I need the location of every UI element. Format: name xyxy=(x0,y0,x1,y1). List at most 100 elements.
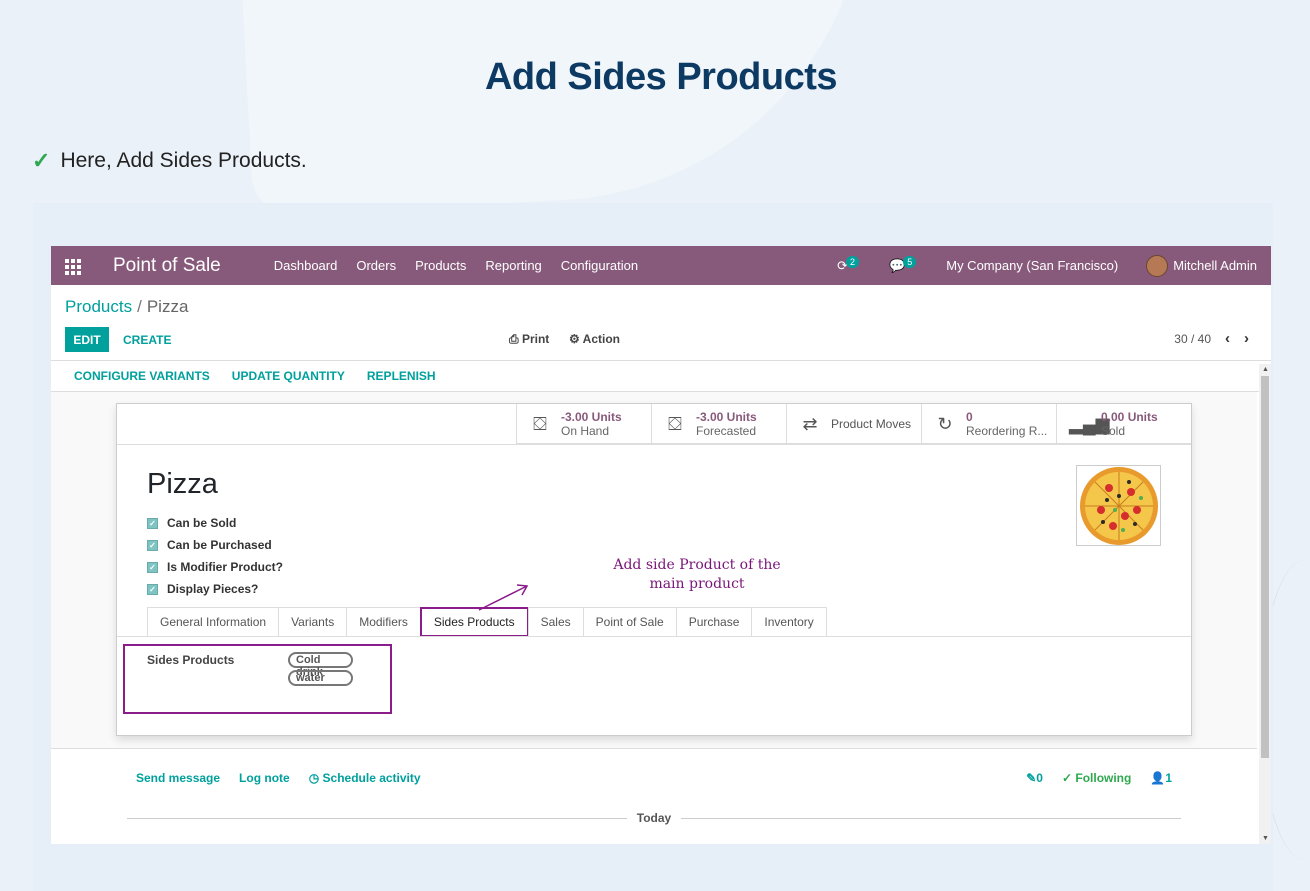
update-quantity-button[interactable]: UPDATE QUANTITY xyxy=(232,369,345,383)
exchange-icon: ⇄ xyxy=(802,413,818,434)
avatar xyxy=(1146,254,1169,277)
followers-button[interactable]: 👤1 xyxy=(1150,771,1172,785)
menu-orders[interactable]: Orders xyxy=(356,258,396,273)
pager: 30 / 40 ‹ › xyxy=(1174,330,1249,347)
chatter: Send message Log note ◷ Schedule activit… xyxy=(51,748,1257,844)
tab-purchase[interactable]: Purchase xyxy=(675,607,752,637)
control-panel: Products / Pizza EDIT CREATE ⎙ Print ⚙ Act… xyxy=(51,285,1271,361)
edit-button[interactable]: EDIT xyxy=(65,327,109,352)
print-label: Print xyxy=(521,332,550,346)
menu-reporting[interactable]: Reporting xyxy=(485,258,541,273)
action-button[interactable]: ⚙ Action xyxy=(569,332,620,346)
print-button[interactable]: ⎙ Print xyxy=(509,332,549,347)
product-name[interactable]: Pizza xyxy=(147,468,218,501)
attachments-button[interactable]: ✎0 xyxy=(1026,771,1043,785)
tab-inventory[interactable]: Inventory xyxy=(751,607,827,637)
scrollbar-thumb[interactable] xyxy=(1261,376,1269,758)
scroll-up-icon[interactable]: ▲ xyxy=(1262,366,1269,373)
apps-menu-icon[interactable] xyxy=(65,258,83,275)
tab-variants[interactable]: Variants xyxy=(278,607,347,637)
checkbox-checked-icon: ✓ xyxy=(147,583,158,595)
refresh-icon: ↻ xyxy=(937,413,953,434)
menu-configuration[interactable]: Configuration xyxy=(561,258,638,273)
menu-products[interactable]: Products xyxy=(415,258,466,273)
checkmark-icon: ✓ xyxy=(32,148,51,173)
can-be-purchased-checkbox[interactable]: ✓ Can be Purchased xyxy=(147,534,283,556)
chevron-right-icon[interactable]: › xyxy=(1244,330,1249,347)
schedule-activity-button[interactable]: ◷ Schedule activity xyxy=(309,771,421,785)
top-navbar: Point of Sale Dashboard Orders Products … xyxy=(51,246,1271,285)
user-icon: 👤 xyxy=(1150,771,1166,785)
display-pieces-checkbox[interactable]: ✓ Display Pieces? xyxy=(147,578,283,600)
tag-cold-drink[interactable]: Cold drink xyxy=(288,652,353,678)
checkbox-checked-icon: ✓ xyxy=(147,561,158,573)
tab-sides-products[interactable]: Sides Products xyxy=(419,607,529,637)
scroll-down-icon[interactable]: ▼ xyxy=(1262,835,1269,842)
check-icon: ✓ xyxy=(1061,771,1076,785)
clock-icon: ◷ xyxy=(308,771,323,785)
pager-value[interactable]: 30 / 40 xyxy=(1174,332,1211,346)
bullet-text: Here, Add Sides Products. xyxy=(60,149,307,172)
can-be-sold-checkbox[interactable]: ✓ Can be Sold xyxy=(147,512,283,534)
checkbox-checked-icon: ✓ xyxy=(147,517,158,529)
reordering-button[interactable]: ↻ 0 Reordering R... xyxy=(921,404,1056,444)
background-shape xyxy=(237,0,883,217)
breadcrumb-current: Pizza xyxy=(146,297,189,316)
user-menu[interactable]: Mitchell Admin xyxy=(1146,254,1257,277)
form-sheet: ⛋ -3.00 Units On Hand ⛋ -3.00 Units Foreca… xyxy=(116,403,1192,736)
pizza-icon xyxy=(1079,466,1158,545)
today-label: Today xyxy=(636,811,672,825)
schedule-activity-label: Schedule activity xyxy=(322,771,421,785)
on-hand-button[interactable]: ⛋ -3.00 Units On Hand xyxy=(516,404,651,444)
navbar-systray: ⟳ 2 💬 5 My Company (San Francisco) Mitch… xyxy=(837,246,1257,285)
date-separator: Today xyxy=(127,811,1182,825)
product-image[interactable] xyxy=(1076,465,1161,546)
forecasted-button[interactable]: ⛋ -3.00 Units Forecasted xyxy=(651,404,786,444)
scrollbar[interactable]: ▲ ▼ xyxy=(1259,364,1271,844)
tab-modifiers[interactable]: Modifiers xyxy=(346,607,420,637)
activity-button[interactable]: ⟳ 2 xyxy=(837,255,861,274)
send-message-button[interactable]: Send message xyxy=(136,771,220,785)
chatter-topbar-right: ✎0 ✓ Following 👤1 xyxy=(1026,771,1172,785)
cubes-icon: ⛋ xyxy=(668,413,682,434)
tag-water[interactable]: water xyxy=(288,670,353,686)
tab-point-of-sale[interactable]: Point of Sale xyxy=(582,607,676,637)
following-label: Following xyxy=(1075,771,1132,785)
forecasted-value: -3.00 Units xyxy=(696,410,757,424)
sides-products-field[interactable]: Cold drink water xyxy=(288,652,353,686)
product-moves-button[interactable]: ⇄ Product Moves xyxy=(786,404,921,444)
gear-icon: ⚙ xyxy=(569,332,580,346)
main-menu: Dashboard Orders Products Reporting Conf… xyxy=(274,258,638,273)
product-checkboxes: ✓ Can be Sold ✓ Can be Purchased ✓ Is Modif… xyxy=(147,512,283,600)
menu-dashboard[interactable]: Dashboard xyxy=(274,258,338,273)
tab-general-information[interactable]: General Information xyxy=(147,607,279,637)
action-label: Action xyxy=(582,332,620,346)
company-switcher[interactable]: My Company (San Francisco) xyxy=(946,258,1118,273)
attachments-count: 0 xyxy=(1036,771,1043,785)
app-name[interactable]: Point of Sale xyxy=(113,255,221,277)
notebook-tabs: General Information Variants Modifiers S… xyxy=(147,607,827,637)
sides-products-label: Sides Products xyxy=(147,653,235,667)
on-hand-value: -3.00 Units xyxy=(561,410,622,424)
odoo-app: Point of Sale Dashboard Orders Products … xyxy=(51,246,1271,844)
reordering-value: 0 xyxy=(966,410,973,424)
slide-title: Add Sides Products xyxy=(484,56,838,98)
create-button[interactable]: CREATE xyxy=(123,333,171,347)
configure-variants-button[interactable]: CONFIGURE VARIANTS xyxy=(74,369,210,383)
is-modifier-checkbox[interactable]: ✓ Is Modifier Product? xyxy=(147,556,283,578)
chevron-left-icon[interactable]: ‹ xyxy=(1225,330,1230,347)
chatter-actions: Send message Log note ◷ Schedule activit… xyxy=(136,771,421,785)
log-note-button[interactable]: Log note xyxy=(239,771,290,785)
tab-sales[interactable]: Sales xyxy=(527,607,583,637)
messaging-badge: 5 xyxy=(903,255,917,268)
activity-badge: 2 xyxy=(846,255,860,268)
product-moves-label: Product Moves xyxy=(831,417,912,431)
followers-count: 1 xyxy=(1165,771,1172,785)
messaging-button[interactable]: 💬 5 xyxy=(889,255,918,274)
checkbox-label: Can be Sold xyxy=(167,516,237,530)
sold-button[interactable]: ▂▄▆ 0.00 Units Sold xyxy=(1056,404,1191,444)
smart-buttons: ⛋ -3.00 Units On Hand ⛋ -3.00 Units Foreca… xyxy=(516,404,1191,444)
breadcrumb-products[interactable]: Products xyxy=(65,297,132,316)
following-button[interactable]: ✓ Following xyxy=(1062,771,1131,785)
replenish-button[interactable]: REPLENISH xyxy=(367,369,436,383)
